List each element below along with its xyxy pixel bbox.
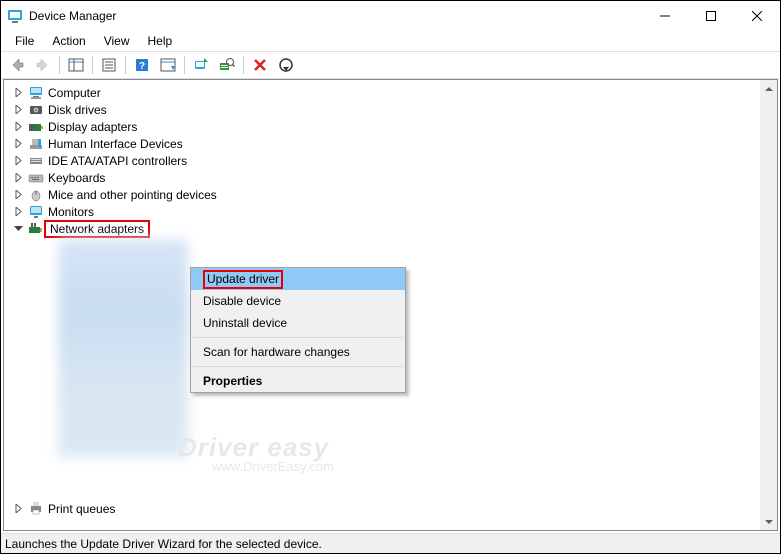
tree-item-computer[interactable]: Computer xyxy=(4,84,777,101)
expand-icon[interactable] xyxy=(10,102,26,118)
expand-icon[interactable] xyxy=(10,170,26,186)
tree-item-ide[interactable]: IDE ATA/ATAPI controllers xyxy=(4,152,777,169)
expand-icon[interactable] xyxy=(10,85,26,101)
vertical-scrollbar[interactable] xyxy=(760,80,777,530)
menu-view[interactable]: View xyxy=(96,32,138,50)
monitor-icon xyxy=(28,204,44,220)
menu-item-label: Uninstall device xyxy=(203,316,287,330)
context-menu-uninstall-device[interactable]: Uninstall device xyxy=(191,312,405,334)
context-menu-scan-hardware[interactable]: Scan for hardware changes xyxy=(191,341,405,363)
tree-label: Display adapters xyxy=(46,120,139,134)
update-driver-icon[interactable] xyxy=(189,53,213,77)
uninstall-icon[interactable] xyxy=(248,53,272,77)
context-menu-properties[interactable]: Properties xyxy=(191,370,405,392)
tree-label: Human Interface Devices xyxy=(46,137,185,151)
scroll-up-button[interactable] xyxy=(760,80,777,97)
tree-label: Computer xyxy=(46,86,103,100)
display-adapter-icon xyxy=(28,119,44,135)
toolbar: ? xyxy=(1,51,780,79)
expand-icon[interactable] xyxy=(10,136,26,152)
tree-item-display-adapters[interactable]: Display adapters xyxy=(4,118,777,135)
tree-item-mice[interactable]: Mice and other pointing devices xyxy=(4,186,777,203)
tree-label: IDE ATA/ATAPI controllers xyxy=(46,154,189,168)
menu-separator xyxy=(193,337,403,338)
mouse-icon xyxy=(28,187,44,203)
properties-button[interactable] xyxy=(97,53,121,77)
menu-item-label: Scan for hardware changes xyxy=(203,345,350,359)
title-bar: Device Manager xyxy=(1,1,780,31)
context-menu-update-driver[interactable]: Update driver xyxy=(191,268,405,290)
context-menu: Update driver Disable device Uninstall d… xyxy=(190,267,406,393)
forward-button[interactable] xyxy=(31,53,55,77)
window-from-here-button[interactable] xyxy=(156,53,180,77)
expand-icon[interactable] xyxy=(10,187,26,203)
back-button[interactable] xyxy=(5,53,29,77)
expand-icon[interactable] xyxy=(10,119,26,135)
computer-icon xyxy=(28,85,44,101)
ide-icon xyxy=(28,153,44,169)
menu-bar: File Action View Help xyxy=(1,31,780,51)
close-button[interactable] xyxy=(734,1,780,31)
tree-label: Disk drives xyxy=(46,103,109,117)
menu-separator xyxy=(193,366,403,367)
svg-text:?: ? xyxy=(139,61,145,72)
help-button[interactable]: ? xyxy=(130,53,154,77)
scroll-down-button[interactable] xyxy=(760,513,777,530)
tree-item-network-adapters[interactable]: Network adapters xyxy=(4,220,777,237)
status-text: Launches the Update Driver Wizard for th… xyxy=(5,537,322,551)
disable-icon[interactable] xyxy=(274,53,298,77)
expand-icon[interactable] xyxy=(10,500,26,516)
printer-icon xyxy=(28,500,44,516)
scrollbar-track[interactable] xyxy=(760,97,777,513)
tree-item-disk-drives[interactable]: Disk drives xyxy=(4,101,777,118)
tree-item-print-queues[interactable]: Print queues xyxy=(4,499,777,516)
show-hide-tree-button[interactable] xyxy=(64,53,88,77)
tree-item-keyboards[interactable]: Keyboards xyxy=(4,169,777,186)
context-menu-disable-device[interactable]: Disable device xyxy=(191,290,405,312)
keyboard-icon xyxy=(28,170,44,186)
minimize-button[interactable] xyxy=(642,1,688,31)
menu-item-label: Update driver xyxy=(203,270,283,289)
menu-item-label: Disable device xyxy=(203,294,281,308)
tree-item-monitors[interactable]: Monitors xyxy=(4,203,777,220)
app-icon xyxy=(7,8,23,24)
menu-help[interactable]: Help xyxy=(140,32,181,50)
window-title: Device Manager xyxy=(29,9,116,23)
tree-label: Mice and other pointing devices xyxy=(46,188,219,202)
tree-label: Print queues xyxy=(46,502,117,516)
expand-icon[interactable] xyxy=(10,204,26,220)
status-bar: Launches the Update Driver Wizard for th… xyxy=(1,533,780,553)
disk-drive-icon xyxy=(28,102,44,118)
menu-action[interactable]: Action xyxy=(44,32,93,50)
window-controls xyxy=(642,1,780,31)
tree-item-hid[interactable]: Human Interface Devices xyxy=(4,135,777,152)
network-adapter-icon xyxy=(28,221,44,237)
hid-icon xyxy=(28,136,44,152)
tree-label: Keyboards xyxy=(46,171,107,185)
blurred-child-items xyxy=(58,239,188,457)
maximize-button[interactable] xyxy=(688,1,734,31)
menu-item-label: Properties xyxy=(203,374,262,388)
scan-hardware-icon[interactable] xyxy=(215,53,239,77)
expand-icon[interactable] xyxy=(10,153,26,169)
tree-label: Network adapters xyxy=(44,220,150,238)
menu-file[interactable]: File xyxy=(7,32,42,50)
tree-label: Monitors xyxy=(46,205,96,219)
collapse-icon[interactable] xyxy=(10,221,26,237)
